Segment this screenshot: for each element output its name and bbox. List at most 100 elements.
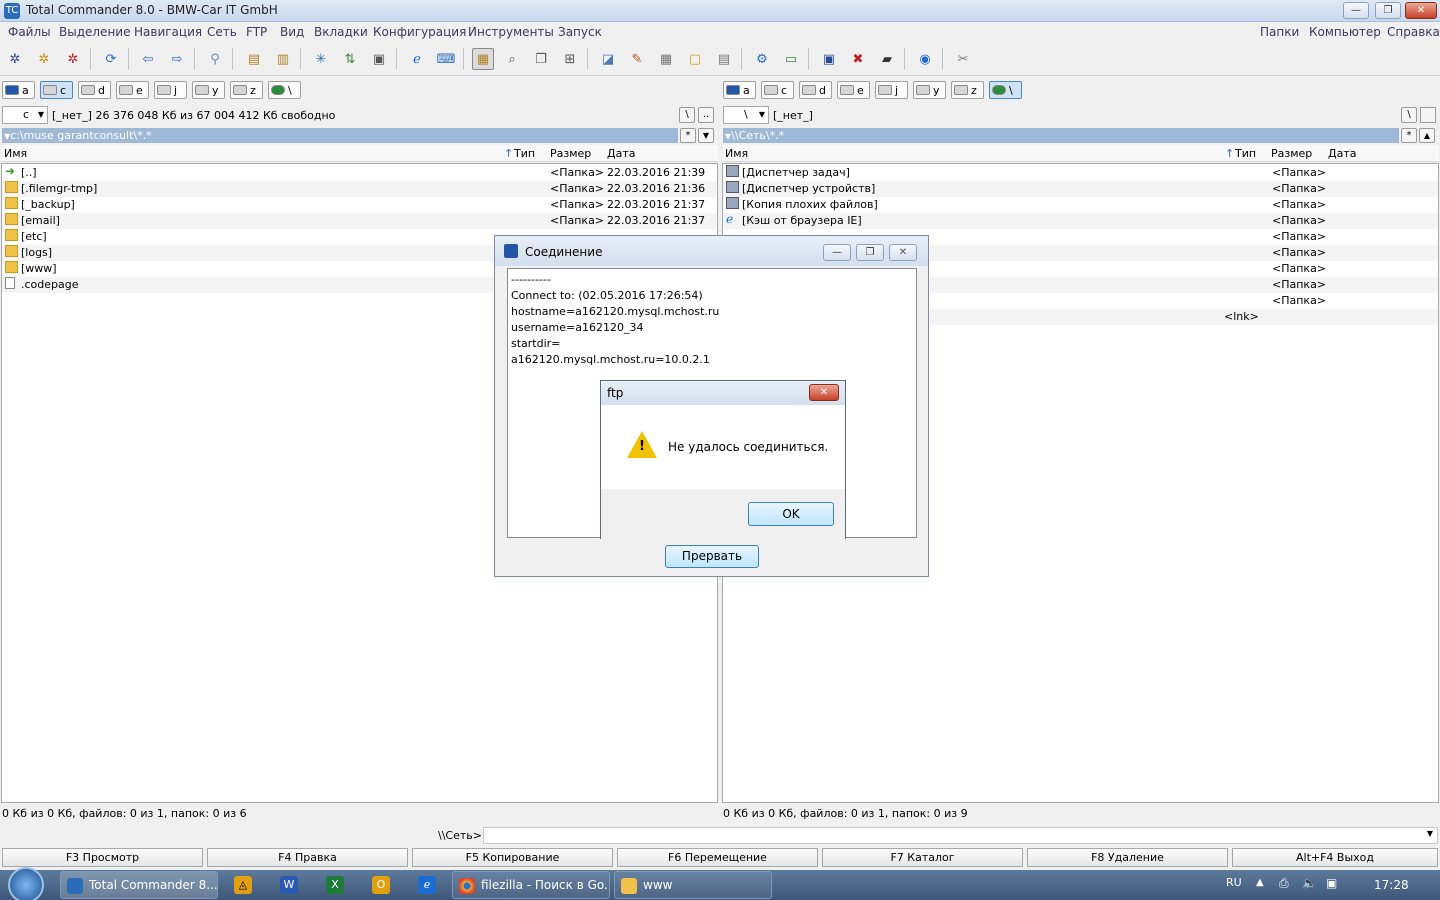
drive-button-c[interactable]: c: [40, 81, 73, 99]
drive-button-a[interactable]: a: [2, 81, 35, 99]
list-item[interactable]: [email] <Папка> 22.03.2016 21:37: [2, 213, 717, 229]
unpack-icon[interactable]: ▥: [272, 48, 294, 70]
menu-files[interactable]: Файлы: [8, 25, 51, 39]
ie-icon[interactable]: ℯ: [406, 48, 428, 70]
col-name[interactable]: Имя: [4, 147, 27, 160]
close-button[interactable]: ✕: [1405, 2, 1437, 19]
excel-icon[interactable]: X: [326, 876, 344, 894]
share-icon[interactable]: ⚙: [751, 48, 773, 70]
drive-button-j[interactable]: j: [154, 81, 187, 99]
task-total-commander[interactable]: Total Commander 8....: [60, 871, 218, 899]
history-button[interactable]: ▼: [698, 128, 714, 143]
drive-button-y[interactable]: y: [913, 81, 946, 99]
brush-icon[interactable]: ✎: [626, 48, 648, 70]
left-path-bar[interactable]: ▼c:\muse garantconsult\*.*: [2, 128, 678, 143]
ie-icon[interactable]: ℯ: [418, 876, 436, 894]
clipboard-icon[interactable]: ▣: [368, 48, 390, 70]
maximize-button[interactable]: ❐: [856, 244, 884, 261]
network-search-icon[interactable]: ⚲: [204, 48, 226, 70]
cleanup-icon[interactable]: ✂: [952, 48, 974, 70]
list-item[interactable]: [Диспетчер устройств] <Папка>: [723, 181, 1438, 197]
left-drive-select[interactable]: c ▼: [2, 106, 48, 124]
list-item[interactable]: [.filemgr-tmp] <Папка> 22.03.2016 21:36: [2, 181, 717, 197]
remove-icon[interactable]: ✖: [847, 48, 869, 70]
menu-navigation[interactable]: Навигация: [134, 25, 202, 39]
drive-button-z[interactable]: z: [951, 81, 984, 99]
drive-button-e[interactable]: e: [116, 81, 149, 99]
close-button[interactable]: ✕: [809, 384, 839, 401]
list-item[interactable]: [Диспетчер задач] <Папка>: [723, 165, 1438, 181]
col-date[interactable]: Дата: [1328, 147, 1356, 160]
gear-red-icon[interactable]: ✲: [62, 48, 84, 70]
drive-button-network[interactable]: \: [268, 81, 301, 99]
find-icon[interactable]: ⌕: [501, 48, 523, 70]
drive-button-a[interactable]: a: [723, 81, 756, 99]
forward-icon[interactable]: ⇨: [166, 48, 188, 70]
refresh-icon[interactable]: ⟳: [100, 48, 122, 70]
menu-tabs[interactable]: Вкладки: [314, 25, 368, 39]
right-drive-select[interactable]: \ ▼: [723, 106, 769, 124]
f7-mkdir-button[interactable]: F7 Каталог: [822, 848, 1023, 867]
root-button[interactable]: \: [679, 107, 695, 123]
drive-button-y[interactable]: y: [192, 81, 225, 99]
start-button[interactable]: [8, 867, 44, 900]
f3-view-button[interactable]: F3 Просмотр: [2, 848, 203, 867]
settings-icon[interactable]: ✲: [4, 48, 26, 70]
f6-move-button[interactable]: F6 Перемещение: [617, 848, 818, 867]
tray-device-icon[interactable]: ⎙: [1279, 876, 1289, 891]
notepad-icon[interactable]: ▤: [713, 48, 735, 70]
copy-names-icon[interactable]: ❐: [530, 48, 552, 70]
pack-icon[interactable]: ▤: [243, 48, 265, 70]
command-input[interactable]: ▼: [483, 827, 1438, 844]
col-type[interactable]: Тип: [514, 147, 535, 160]
f5-copy-button[interactable]: F5 Копирование: [412, 848, 613, 867]
menu-config[interactable]: Конфигурация: [373, 25, 466, 39]
ok-button[interactable]: OK: [748, 502, 834, 526]
filter-button[interactable]: *: [680, 128, 696, 143]
col-name[interactable]: Имя: [725, 147, 748, 160]
up-dir-button-blank[interactable]: [1420, 107, 1436, 123]
ftp-dialog-titlebar[interactable]: ftp ✕: [601, 381, 845, 405]
drive-button-network[interactable]: \: [989, 81, 1022, 99]
menu-network[interactable]: Сеть: [207, 25, 237, 39]
ftp-icon[interactable]: ✳: [310, 48, 332, 70]
app-pin-icon[interactable]: ◬: [234, 876, 252, 894]
drive-button-d[interactable]: d: [78, 81, 111, 99]
list-item[interactable]: [Копия плохих файлов] <Папка>: [723, 197, 1438, 213]
col-type[interactable]: Тип: [1235, 147, 1256, 160]
tray-expand-icon[interactable]: ▲: [1256, 877, 1264, 888]
disk-icon[interactable]: ◪: [597, 48, 619, 70]
altf4-exit-button[interactable]: Alt+F4 Выход: [1232, 848, 1438, 867]
notes-icon[interactable]: ▢: [684, 48, 706, 70]
calculator-icon[interactable]: ▦: [655, 48, 677, 70]
col-size[interactable]: Размер: [550, 147, 591, 160]
monitor-icon[interactable]: ▣: [818, 48, 840, 70]
maximize-button[interactable]: ❐: [1375, 2, 1401, 19]
col-size[interactable]: Размер: [1271, 147, 1312, 160]
list-item[interactable]: ℯ [Кэш от браузера IE] <Папка>: [723, 213, 1438, 229]
menu-computer[interactable]: Компьютер: [1309, 25, 1381, 39]
menu-help[interactable]: Справка: [1387, 25, 1440, 39]
compare-icon[interactable]: ⊞: [559, 48, 581, 70]
menu-folders[interactable]: Папки: [1260, 25, 1299, 39]
file-view-icon[interactable]: ▦: [472, 48, 494, 70]
abort-button[interactable]: Прервать: [665, 545, 759, 568]
filter-button[interactable]: *: [1401, 128, 1417, 143]
col-date[interactable]: Дата: [607, 147, 635, 160]
menu-ftp[interactable]: FTP: [246, 25, 267, 39]
drive-button-c[interactable]: c: [761, 81, 794, 99]
drive-icon[interactable]: ▭: [780, 48, 802, 70]
task-explorer[interactable]: www: [614, 871, 772, 899]
list-item[interactable]: ➜ [..] <Папка> 22.03.2016 21:39: [2, 165, 717, 181]
f4-edit-button[interactable]: F4 Правка: [207, 848, 408, 867]
history-button[interactable]: ▲: [1419, 128, 1435, 143]
drive-button-j[interactable]: j: [875, 81, 908, 99]
outlook-icon[interactable]: O: [372, 876, 390, 894]
close-button[interactable]: ✕: [889, 244, 917, 261]
browser-icon[interactable]: ◉: [914, 48, 936, 70]
sync-icon[interactable]: ⇅: [339, 48, 361, 70]
f8-delete-button[interactable]: F8 Удаление: [1027, 848, 1228, 867]
drive-button-d[interactable]: d: [799, 81, 832, 99]
minimize-button[interactable]: —: [1343, 2, 1369, 19]
terminal-icon[interactable]: ▰: [876, 48, 898, 70]
